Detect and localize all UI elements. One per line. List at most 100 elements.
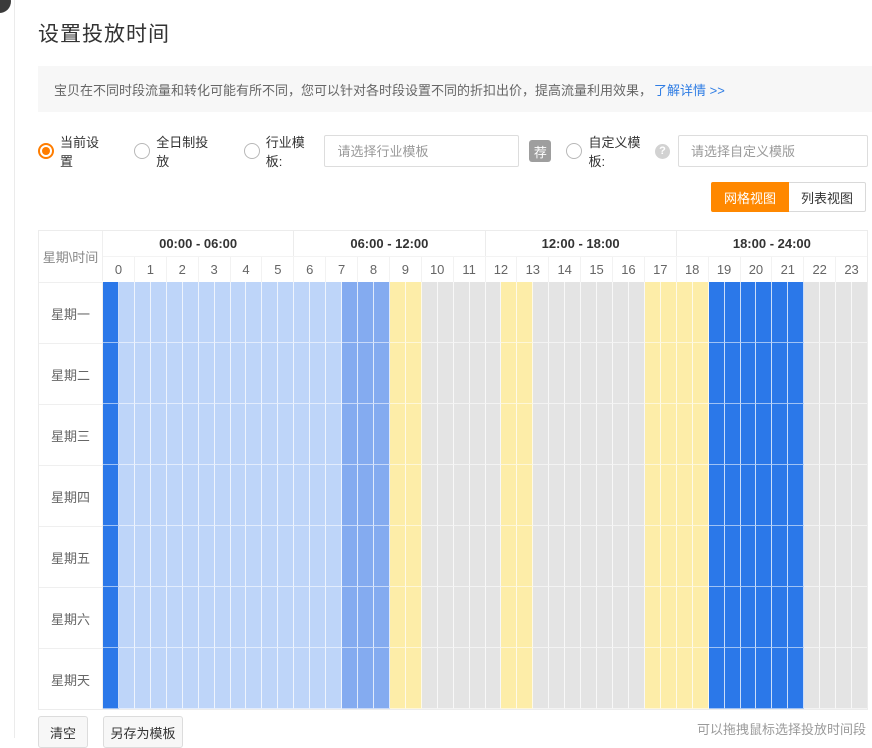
time-slot[interactable]	[836, 282, 852, 343]
custom-template-select[interactable]	[678, 135, 868, 167]
time-slot[interactable]	[565, 404, 581, 465]
time-slot[interactable]	[422, 282, 438, 343]
time-slot[interactable]	[852, 282, 867, 343]
time-slot[interactable]	[549, 465, 565, 526]
time-slot[interactable]	[326, 648, 342, 709]
time-slot[interactable]	[151, 648, 167, 709]
time-slot[interactable]	[406, 648, 422, 709]
time-slot[interactable]	[342, 648, 358, 709]
time-slot[interactable]	[788, 404, 804, 465]
time-slot[interactable]	[741, 587, 757, 648]
time-slot[interactable]	[246, 282, 262, 343]
time-slot[interactable]	[581, 587, 597, 648]
time-slot[interactable]	[533, 465, 549, 526]
time-slot[interactable]	[709, 343, 725, 404]
time-slot[interactable]	[629, 404, 645, 465]
time-slot[interactable]	[294, 282, 310, 343]
time-slot[interactable]	[852, 465, 867, 526]
time-slot[interactable]	[486, 282, 502, 343]
time-slot[interactable]	[486, 587, 502, 648]
time-slot[interactable]	[693, 648, 709, 709]
time-slot[interactable]	[278, 587, 294, 648]
time-slot[interactable]	[470, 648, 486, 709]
time-slot[interactable]	[613, 404, 629, 465]
time-slot[interactable]	[454, 587, 470, 648]
industry-template-select[interactable]	[324, 135, 519, 167]
time-slot[interactable]	[549, 648, 565, 709]
time-slot[interactable]	[103, 343, 119, 404]
time-slot[interactable]	[549, 282, 565, 343]
time-slot[interactable]	[262, 587, 278, 648]
time-slot[interactable]	[756, 404, 772, 465]
time-slot[interactable]	[533, 587, 549, 648]
time-slot[interactable]	[486, 343, 502, 404]
time-slot[interactable]	[231, 404, 247, 465]
learn-more-link[interactable]: 了解详情 >>	[654, 80, 725, 99]
time-slot[interactable]	[374, 526, 390, 587]
time-slot[interactable]	[199, 465, 215, 526]
time-slot[interactable]	[103, 282, 119, 343]
time-slot[interactable]	[406, 404, 422, 465]
time-slot[interactable]	[693, 282, 709, 343]
time-slot[interactable]	[119, 587, 135, 648]
time-slot[interactable]	[183, 526, 199, 587]
time-slot[interactable]	[151, 465, 167, 526]
time-slot[interactable]	[836, 648, 852, 709]
time-slot[interactable]	[756, 465, 772, 526]
time-slot[interactable]	[278, 648, 294, 709]
time-slot[interactable]	[549, 526, 565, 587]
time-slot[interactable]	[820, 404, 836, 465]
time-slot[interactable]	[454, 648, 470, 709]
time-slot[interactable]	[772, 587, 788, 648]
time-slot[interactable]	[517, 526, 533, 587]
time-slot[interactable]	[597, 404, 613, 465]
time-slot[interactable]	[581, 404, 597, 465]
radio-button-icon[interactable]	[566, 143, 582, 159]
time-slot[interactable]	[246, 587, 262, 648]
time-slot[interactable]	[741, 343, 757, 404]
time-slot[interactable]	[422, 648, 438, 709]
time-slot[interactable]	[581, 648, 597, 709]
time-slot[interactable]	[804, 404, 820, 465]
time-slot[interactable]	[135, 282, 151, 343]
time-slot[interactable]	[278, 526, 294, 587]
time-slot[interactable]	[342, 465, 358, 526]
time-slot[interactable]	[422, 343, 438, 404]
time-slot[interactable]	[246, 465, 262, 526]
time-slot[interactable]	[693, 404, 709, 465]
time-slot[interactable]	[342, 526, 358, 587]
time-slot[interactable]	[677, 587, 693, 648]
time-slot[interactable]	[151, 526, 167, 587]
time-slot[interactable]	[533, 404, 549, 465]
time-slot[interactable]	[342, 282, 358, 343]
time-slot[interactable]	[677, 526, 693, 587]
time-slot[interactable]	[390, 587, 406, 648]
time-slot[interactable]	[326, 587, 342, 648]
time-slot[interactable]	[741, 648, 757, 709]
time-slot[interactable]	[103, 587, 119, 648]
time-slot[interactable]	[454, 465, 470, 526]
time-slot[interactable]	[756, 587, 772, 648]
time-slot[interactable]	[135, 648, 151, 709]
time-slot[interactable]	[725, 526, 741, 587]
time-slot[interactable]	[549, 343, 565, 404]
time-slot[interactable]	[262, 648, 278, 709]
time-slot[interactable]	[693, 587, 709, 648]
time-slot[interactable]	[103, 648, 119, 709]
time-slot[interactable]	[438, 648, 454, 709]
time-slot[interactable]	[533, 526, 549, 587]
time-slot[interactable]	[215, 404, 231, 465]
time-slot[interactable]	[820, 465, 836, 526]
list-view-button[interactable]: 列表视图	[789, 182, 866, 212]
time-slot[interactable]	[342, 587, 358, 648]
time-slot[interactable]	[119, 465, 135, 526]
time-slot[interactable]	[438, 404, 454, 465]
time-slot[interactable]	[597, 282, 613, 343]
time-slot[interactable]	[390, 343, 406, 404]
time-slot[interactable]	[342, 343, 358, 404]
time-slot[interactable]	[215, 648, 231, 709]
time-slot[interactable]	[422, 465, 438, 526]
time-slot[interactable]	[342, 404, 358, 465]
time-slot[interactable]	[709, 526, 725, 587]
time-slot[interactable]	[310, 526, 326, 587]
